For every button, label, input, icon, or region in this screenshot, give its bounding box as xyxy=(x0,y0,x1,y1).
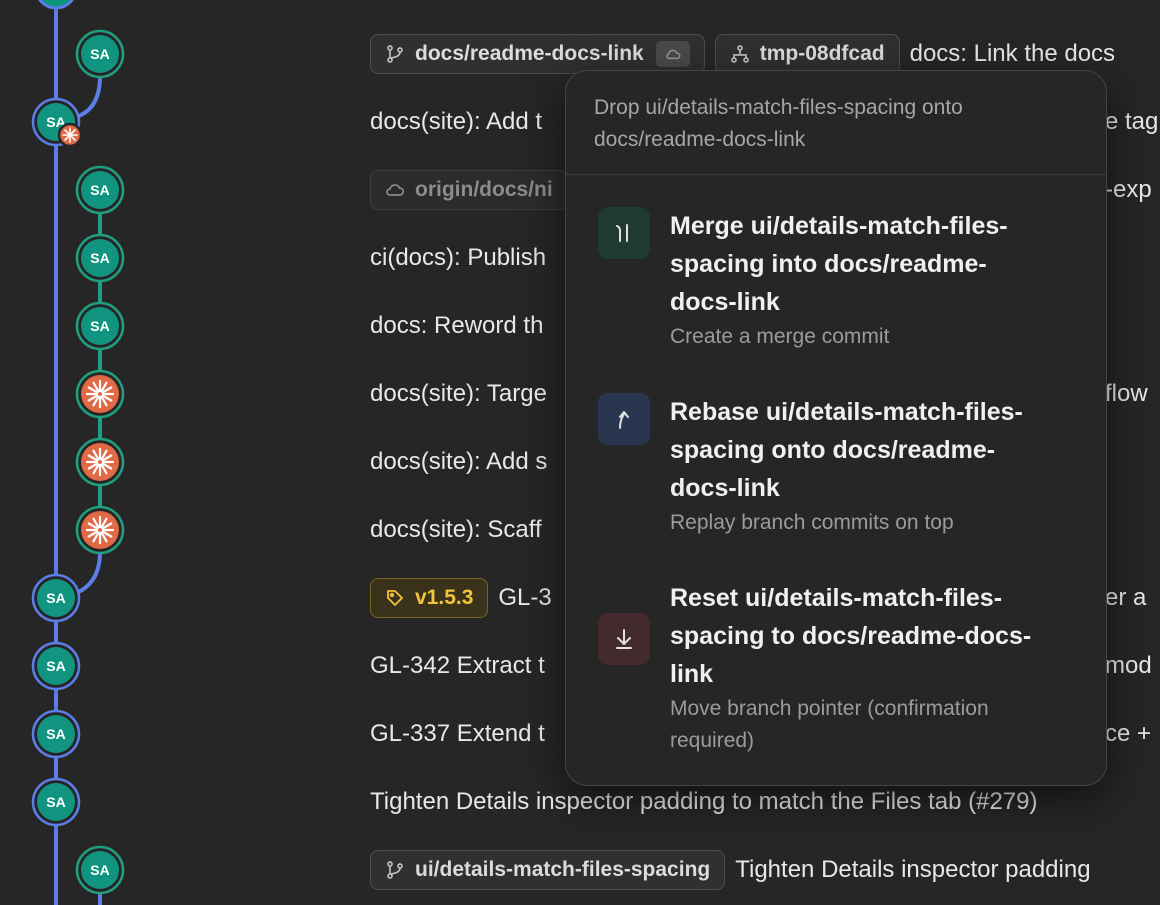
reset-icon xyxy=(598,613,650,665)
claude-badge-icon xyxy=(57,122,83,148)
commit-message-fragment: mod xyxy=(1105,652,1152,679)
avatar[interactable]: SA xyxy=(31,777,81,827)
commit-row[interactable]: ui/details-match-files-spacing Tighten De… xyxy=(370,848,1091,892)
commit-message: GL-337 Extend t xyxy=(370,720,545,747)
commit-row[interactable]: GL-342 Extract t xyxy=(370,644,545,688)
commit-row[interactable]: docs: Reword th xyxy=(370,304,543,348)
avatar[interactable]: SA xyxy=(31,573,81,623)
commit-message-fragment: ce + xyxy=(1105,720,1152,747)
branch-chip[interactable]: docs/readme-docs-link xyxy=(370,34,705,74)
commit-message: docs(site): Targe xyxy=(370,380,547,407)
commit-row[interactable]: docs(site): Add t xyxy=(370,100,542,144)
avatar[interactable]: SA xyxy=(75,845,125,895)
chip-label: ui/details-match-files-spacing xyxy=(415,858,711,881)
merge-icon xyxy=(598,207,650,259)
commit-message-fragment: er a xyxy=(1105,584,1147,611)
remote-branch-chip[interactable]: origin/docs/ni xyxy=(370,170,568,210)
cloud-sync-icon xyxy=(655,41,690,67)
chip-label: origin/docs/ni xyxy=(415,178,553,201)
tag-chip[interactable]: v1.5.3 xyxy=(370,578,489,618)
cloud-icon xyxy=(385,180,405,200)
commit-row[interactable]: Tighten Details inspector padding to mat… xyxy=(370,780,1037,824)
drop-branch-popover: Drop ui/details-match-files-spacing onto… xyxy=(565,70,1107,786)
avatar-initials: SA xyxy=(46,590,65,606)
avatar[interactable] xyxy=(36,0,76,10)
rebase-icon xyxy=(598,393,650,445)
reset-option-title: Reset ui/details-match-files- spacing to… xyxy=(670,584,1032,688)
avatar-initials: SA xyxy=(46,658,65,674)
commit-message-fragment: flow xyxy=(1105,380,1148,407)
chip-label: docs/readme-docs-link xyxy=(415,42,644,65)
reset-option[interactable]: Reset ui/details-match-files- spacing to… xyxy=(598,579,1082,757)
avatar[interactable]: SA xyxy=(31,709,81,759)
avatar[interactable]: SA xyxy=(31,641,81,691)
claude-avatar[interactable] xyxy=(75,437,125,487)
merge-option[interactable]: Merge ui/details-match-files- spacing in… xyxy=(598,207,1082,353)
commit-message: docs(site): Scaff xyxy=(370,516,542,543)
commit-row[interactable]: docs(site): Scaff xyxy=(370,508,542,552)
commit-message: Tighten Details inspector padding to mat… xyxy=(370,788,1038,815)
commit-message-fragment: -exp xyxy=(1105,176,1152,203)
avatar-initials: SA xyxy=(46,794,65,810)
commit-message: docs(site): Add s xyxy=(370,448,548,475)
commit-row[interactable]: docs(site): Targe xyxy=(370,372,547,416)
avatar-initials: SA xyxy=(90,250,109,266)
commit-message: docs(site): Add t xyxy=(370,108,543,135)
commit-row[interactable]: ci(docs): Publish xyxy=(370,236,546,280)
rebase-option[interactable]: Rebase ui/details-match-files- spacing o… xyxy=(598,393,1082,539)
claude-avatar[interactable] xyxy=(75,505,125,555)
avatar-initials: SA xyxy=(90,182,109,198)
avatar[interactable]: SA xyxy=(75,301,125,351)
rebase-option-title: Rebase ui/details-match-files- spacing o… xyxy=(670,398,1023,502)
avatar-initials: SA xyxy=(90,862,109,878)
popover-header: Drop ui/details-match-files-spacing onto… xyxy=(566,71,1106,175)
merge-option-title: Merge ui/details-match-files- spacing in… xyxy=(670,212,1008,316)
commit-message: GL-342 Extract t xyxy=(370,652,545,679)
chip-label: v1.5.3 xyxy=(415,586,474,609)
commit-row[interactable]: GL-337 Extend t xyxy=(370,712,545,756)
branch-chip[interactable]: ui/details-match-files-spacing xyxy=(370,850,726,890)
avatar-initials: SA xyxy=(90,46,109,62)
commit-message: ci(docs): Publish xyxy=(370,244,547,271)
commit-message: docs: Reword th xyxy=(370,312,544,339)
claude-avatar[interactable] xyxy=(75,369,125,419)
commit-message-fragment: e tag xyxy=(1105,108,1159,135)
chip-label: tmp-08dfcad xyxy=(759,42,885,65)
worktree-chip[interactable]: tmp-08dfcad xyxy=(714,34,900,74)
avatar[interactable]: SA xyxy=(75,29,125,79)
worktree-icon xyxy=(730,44,750,64)
avatar[interactable]: SA xyxy=(75,233,125,283)
rebase-option-subtitle: Replay branch commits on top xyxy=(670,511,954,534)
commit-message: GL-3 xyxy=(498,584,552,611)
merge-option-subtitle: Create a merge commit xyxy=(670,325,890,348)
branch-icon xyxy=(385,44,405,64)
commit-row[interactable]: origin/docs/ni xyxy=(370,168,578,212)
branch-icon xyxy=(385,860,405,880)
avatar-initials: SA xyxy=(90,318,109,334)
commit-row[interactable]: v1.5.3 GL-3 xyxy=(370,576,552,620)
avatar[interactable]: SA xyxy=(75,165,125,215)
tag-icon xyxy=(385,588,405,608)
avatar-initials: SA xyxy=(46,726,65,742)
commit-row[interactable]: docs(site): Add s xyxy=(370,440,547,484)
commit-message: docs: Link the docs xyxy=(909,40,1116,67)
commit-message: Tighten Details inspector padding xyxy=(735,856,1091,883)
reset-option-subtitle: Move branch pointer (confirmation requir… xyxy=(670,697,989,752)
